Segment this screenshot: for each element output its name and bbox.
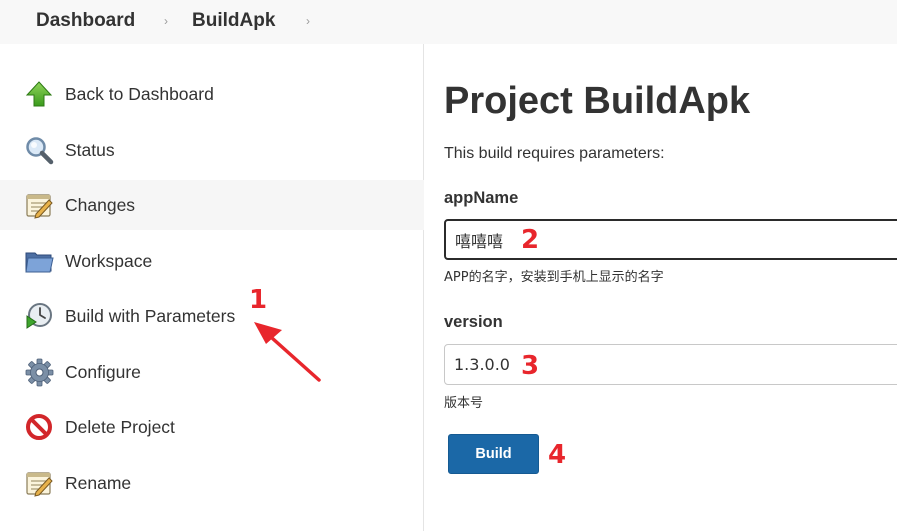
- folder-icon: [25, 252, 54, 273]
- breadcrumb-dashboard[interactable]: Dashboard: [36, 9, 135, 33]
- breadcrumb-buildapk[interactable]: BuildApk: [192, 9, 275, 33]
- sidebar-item-label: Delete Project: [65, 417, 175, 437]
- sidebar-item-label: Back to Dashboard: [65, 84, 214, 104]
- annotation-2: 2: [521, 225, 540, 255]
- sidebar: Back to Dashboard Status Changes Workspa…: [0, 44, 424, 531]
- sidebar-item-delete-project[interactable]: Delete Project: [0, 402, 424, 452]
- sidebar-item-label: Configure: [65, 362, 141, 382]
- param-help-appname: APP的名字，安装到手机上显示的名字: [444, 270, 664, 285]
- chevron-right-icon[interactable]: ›: [306, 11, 310, 31]
- param-label-version: version: [444, 313, 503, 331]
- gear-icon: [25, 358, 54, 387]
- annotation-4: 4: [548, 440, 567, 470]
- breadcrumb: Dashboard › BuildApk ›: [0, 0, 897, 44]
- parameters-description: This build requires parameters:: [444, 145, 665, 162]
- sidebar-item-rename[interactable]: Rename: [0, 458, 424, 508]
- no-entry-icon: [26, 414, 52, 440]
- up-arrow-icon: [25, 81, 53, 107]
- param-label-appname: appName: [444, 189, 519, 207]
- clock-play-icon: [26, 303, 52, 329]
- magnifier-icon: [26, 137, 54, 165]
- page-title: Project BuildApk: [444, 80, 751, 122]
- sidebar-item-label: Changes: [65, 195, 136, 215]
- appname-input[interactable]: [444, 219, 897, 260]
- sidebar-item-status[interactable]: Status: [0, 125, 424, 175]
- build-button[interactable]: Build: [448, 434, 539, 474]
- notepad-icon: [26, 472, 53, 497]
- sidebar-item-label: Rename: [65, 473, 132, 493]
- chevron-right-icon[interactable]: ›: [164, 11, 168, 31]
- main-content: Project BuildApk This build requires par…: [425, 44, 897, 531]
- sidebar-item-back-to-dashboard[interactable]: Back to Dashboard: [0, 69, 424, 119]
- annotation-1: 1: [249, 285, 268, 315]
- sidebar-item-workspace[interactable]: Workspace: [0, 236, 424, 286]
- sidebar-item-label: Build with Parameters: [65, 306, 236, 326]
- version-input[interactable]: [444, 344, 897, 385]
- param-help-version: 版本号: [444, 396, 484, 411]
- sidebar-item-label: Status: [65, 140, 115, 160]
- sidebar-item-changes[interactable]: Changes: [0, 180, 424, 230]
- sidebar-item-label: Workspace: [65, 251, 153, 271]
- annotation-3: 3: [521, 351, 540, 381]
- notepad-icon: [26, 194, 53, 219]
- sidebar-item-configure[interactable]: Configure: [0, 347, 424, 397]
- sidebar-item-build-with-parameters[interactable]: Build with Parameters: [0, 291, 424, 341]
